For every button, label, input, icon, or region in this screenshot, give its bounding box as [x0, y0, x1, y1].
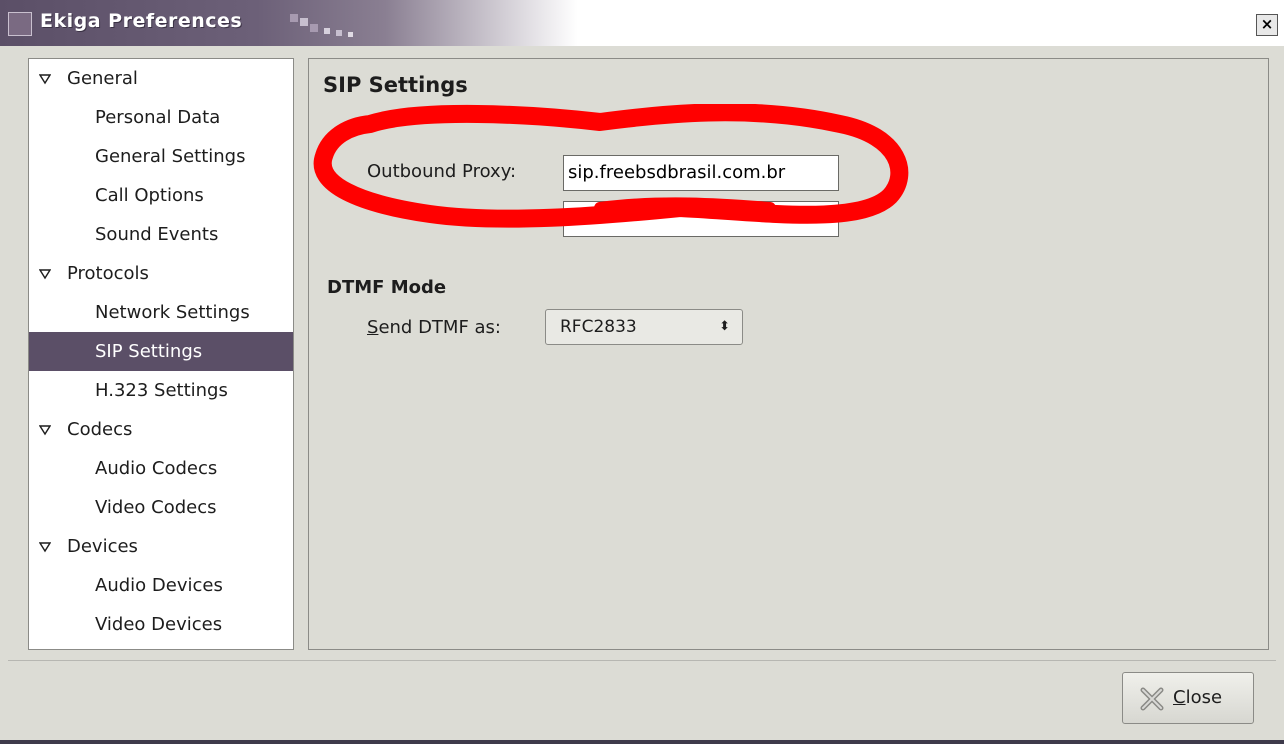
bottom-border	[0, 740, 1284, 744]
tree-item[interactable]: Sound Events	[29, 215, 293, 254]
close-button-label: Close	[1173, 687, 1222, 708]
red-annotation-scribble	[313, 104, 909, 228]
tree-item-label: Video Codecs	[95, 497, 217, 518]
close-label-text: lose	[1185, 687, 1223, 708]
send-dtmf-label-text: end DTMF as:	[378, 317, 502, 338]
send-dtmf-label: Send DTMF as:	[367, 317, 501, 338]
dtmf-mode-select[interactable]: RFC2833 ⬍	[545, 309, 743, 345]
tree-item-label: Call Options	[95, 185, 204, 206]
close-mnemonic: C	[1173, 687, 1186, 708]
tree-item[interactable]: SIP Settings	[29, 332, 293, 371]
close-x-icon	[1140, 687, 1164, 711]
dtmf-section-title: DTMF Mode	[327, 277, 447, 298]
tree-item-label: Network Settings	[95, 302, 250, 323]
tree-item-label: H.323 Settings	[95, 380, 228, 401]
dtmf-mode-value: RFC2833	[560, 317, 637, 337]
tree-item[interactable]: Network Settings	[29, 293, 293, 332]
window-title: Ekiga Preferences	[40, 10, 243, 32]
title-bar[interactable]: Ekiga Preferences ×	[0, 0, 1284, 46]
close-button[interactable]: Close	[1122, 672, 1254, 724]
tree-item-label: Video Devices	[95, 614, 223, 635]
tree-item[interactable]: Personal Data	[29, 98, 293, 137]
tree-group[interactable]: Codecs	[29, 410, 293, 449]
triangle-down-icon[interactable]	[39, 73, 51, 85]
triangle-down-icon[interactable]	[39, 424, 51, 436]
triangle-down-icon[interactable]	[39, 268, 51, 280]
tree-item[interactable]: Audio Devices	[29, 566, 293, 605]
tree-item-label: Devices	[67, 536, 138, 557]
tree-item[interactable]: Call Options	[29, 176, 293, 215]
tree-item[interactable]: Audio Codecs	[29, 449, 293, 488]
preferences-tree[interactable]: General Personal Data General Settings Call…	[28, 58, 294, 650]
tree-item-label: General	[67, 68, 138, 89]
select-arrows-icon: ⬍	[719, 319, 730, 334]
tree-group[interactable]: General	[29, 59, 293, 98]
tree-item-label: Audio Codecs	[95, 458, 218, 479]
tree-item[interactable]: General Settings	[29, 137, 293, 176]
tree-item[interactable]: Video Codecs	[29, 488, 293, 527]
tree-item-label: Audio Devices	[95, 575, 223, 596]
page-title: SIP Settings	[323, 73, 468, 97]
tree-item-label: SIP Settings	[95, 341, 203, 362]
tree-item[interactable]: H.323 Settings	[29, 371, 293, 410]
tree-group[interactable]: Protocols	[29, 254, 293, 293]
window-close-button[interactable]: ×	[1256, 14, 1278, 36]
tree-item-label: Protocols	[67, 263, 149, 284]
preferences-window: Ekiga Preferences × General Personal Data…	[0, 0, 1284, 744]
titlebar-decoration-icon	[290, 14, 353, 37]
tree-item-label: Codecs	[67, 419, 133, 440]
window-menu-icon[interactable]	[8, 12, 32, 36]
tree-item[interactable]: Video Devices	[29, 605, 293, 644]
tree-item-label: General Settings	[95, 146, 246, 167]
tree-item-label: Sound Events	[95, 224, 219, 245]
triangle-down-icon[interactable]	[39, 541, 51, 553]
send-dtmf-mnemonic: S	[367, 317, 379, 338]
tree-group[interactable]: Devices	[29, 527, 293, 566]
footer-divider	[8, 660, 1276, 661]
tree-item-label: Personal Data	[95, 107, 221, 128]
